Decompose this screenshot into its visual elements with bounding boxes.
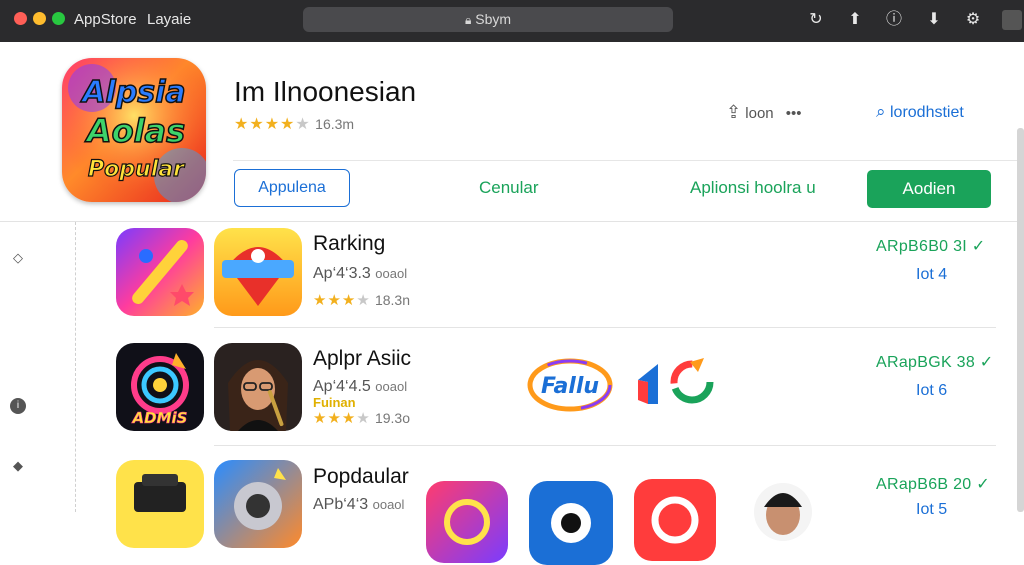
- tab-right[interactable]: Aplionsi hoolra u: [690, 178, 816, 198]
- row1-stars-filled: ★★★: [313, 292, 357, 309]
- address-text: Sbym: [475, 11, 512, 27]
- share-button[interactable]: ⇪ loon •••: [726, 102, 802, 123]
- row3-avatar[interactable]: [754, 483, 812, 541]
- row2-subtitle-tail: ooaol: [375, 379, 408, 394]
- stars-empty: ★: [295, 116, 311, 133]
- menu-layout[interactable]: Layaie: [147, 11, 191, 28]
- app-icon-text-2: Aolas: [84, 112, 185, 150]
- row1-thumb-1[interactable]: [116, 228, 204, 316]
- row1-thumb-2[interactable]: [214, 228, 302, 316]
- lock-icon: 🔒︎: [464, 13, 472, 27]
- row2-subtitle: Ap‘4‘4.5 ooaol: [313, 378, 407, 396]
- row2-version: ARapBGK 38 ✓: [876, 354, 994, 371]
- row3-thumb-1[interactable]: [116, 460, 204, 548]
- share-icon[interactable]: ⬆: [845, 10, 865, 30]
- row2-title[interactable]: Aplpr Asiic: [313, 347, 411, 371]
- row1-stars-empty: ★: [356, 292, 371, 309]
- row2-count: 19.3o: [374, 410, 411, 426]
- row3-subtitle-text: APb‘4‘3: [313, 496, 369, 513]
- row2-thumb-1[interactable]: ADMiS: [116, 343, 204, 431]
- svg-text:ADMiS: ADMiS: [132, 409, 188, 427]
- brand-logo-1-text: Fallu: [541, 374, 599, 399]
- more-icon[interactable]: •••: [786, 105, 802, 122]
- app-icon-text-1: Alpsia: [80, 75, 185, 110]
- row3-thumb-2[interactable]: [214, 460, 302, 548]
- close-window-button[interactable]: [14, 12, 27, 25]
- settings-icon[interactable]: ⚙: [963, 10, 983, 30]
- row1-subtitle: Ap‘4‘3.3 ooaol: [313, 265, 407, 283]
- row3-version: ARapB6B 20 ✓: [876, 476, 990, 493]
- info-icon[interactable]: i: [10, 398, 26, 414]
- header-divider: [233, 160, 1018, 161]
- row1-subtitle-text: Ap‘4‘3.3: [313, 265, 371, 282]
- share-label: loon: [745, 105, 774, 122]
- app-name: AppStore: [74, 11, 137, 28]
- report-link[interactable]: ⌕ lorodhstiet: [876, 102, 964, 122]
- search-icon: ⌕: [876, 102, 886, 121]
- primary-button[interactable]: Aodien: [867, 170, 991, 208]
- row1-title[interactable]: Rarking: [313, 232, 385, 256]
- shield-icon[interactable]: ◆: [10, 458, 26, 474]
- row2-thumb-2[interactable]: [214, 343, 302, 431]
- row3-app-3[interactable]: [634, 479, 716, 561]
- report-link-label: lorodhstiet: [889, 104, 964, 121]
- row3-subtitle-tail: ooaol: [372, 497, 405, 512]
- row3-app-1[interactable]: [426, 481, 508, 563]
- window-titlebar: AppStore Layaie 🔒︎ Sbym ↻ ⬆ ⓘ ⬇ ⚙: [0, 0, 1024, 42]
- row-separator: [214, 327, 996, 328]
- row2-stars-filled: ★★★: [313, 410, 357, 427]
- row1-size[interactable]: Iot 4: [916, 266, 947, 284]
- star-rating: ★★★★★: [234, 116, 311, 133]
- row3-app-2[interactable]: [529, 481, 613, 565]
- app-icon-text-3: Popular: [88, 157, 185, 182]
- row1-version: ARpB6B0 3I ✓: [876, 238, 986, 255]
- refresh-icon[interactable]: ↻: [806, 10, 826, 30]
- row-separator: [214, 445, 996, 446]
- row2-stars-empty: ★: [356, 410, 371, 427]
- row3-subtitle: APb‘4‘3 ooaol: [313, 496, 404, 514]
- scrollbar[interactable]: [1017, 128, 1024, 512]
- outline-button[interactable]: Appulena: [234, 169, 350, 207]
- app-title: Im Ilnoonesian: [234, 76, 417, 107]
- left-rail: ◇ i ◆: [0, 222, 76, 512]
- brand-logo-2[interactable]: [632, 360, 668, 408]
- app-rating: ★★★★★ 16.3m: [234, 114, 354, 134]
- row3-size[interactable]: Iot 5: [916, 501, 947, 519]
- row1-subtitle-tail: ooaol: [375, 266, 408, 281]
- window-icon[interactable]: [1002, 10, 1022, 30]
- row2-subtitle-text: Ap‘4‘4.5: [313, 378, 371, 395]
- row3-title[interactable]: Popdaular: [313, 465, 409, 489]
- stars-filled: ★★★★: [234, 116, 296, 133]
- row2-size[interactable]: Iot 6: [916, 382, 947, 400]
- row2-rating: ★★★★ 19.3o: [313, 409, 410, 427]
- rating-count: 16.3m: [315, 116, 355, 132]
- address-bar[interactable]: 🔒︎ Sbym: [303, 7, 673, 32]
- app-icon: Alpsia Aolas Popular: [62, 58, 206, 202]
- brand-logo-1[interactable]: Fallu: [526, 356, 614, 414]
- row1-rating: ★★★★ 18.3n: [313, 291, 410, 309]
- tab-center[interactable]: Cenular: [479, 178, 539, 198]
- dot-icon[interactable]: ◇: [10, 250, 26, 266]
- brand-logo-3[interactable]: [670, 356, 714, 406]
- row1-count: 18.3n: [374, 292, 411, 308]
- minimize-window-button[interactable]: [33, 12, 46, 25]
- download-icon[interactable]: ⬇: [924, 10, 944, 30]
- share-icon: ⇪: [726, 102, 742, 122]
- zoom-window-button[interactable]: [52, 12, 65, 25]
- info-icon[interactable]: ⓘ: [884, 10, 904, 30]
- row2-tagline: Fuinan: [313, 395, 356, 410]
